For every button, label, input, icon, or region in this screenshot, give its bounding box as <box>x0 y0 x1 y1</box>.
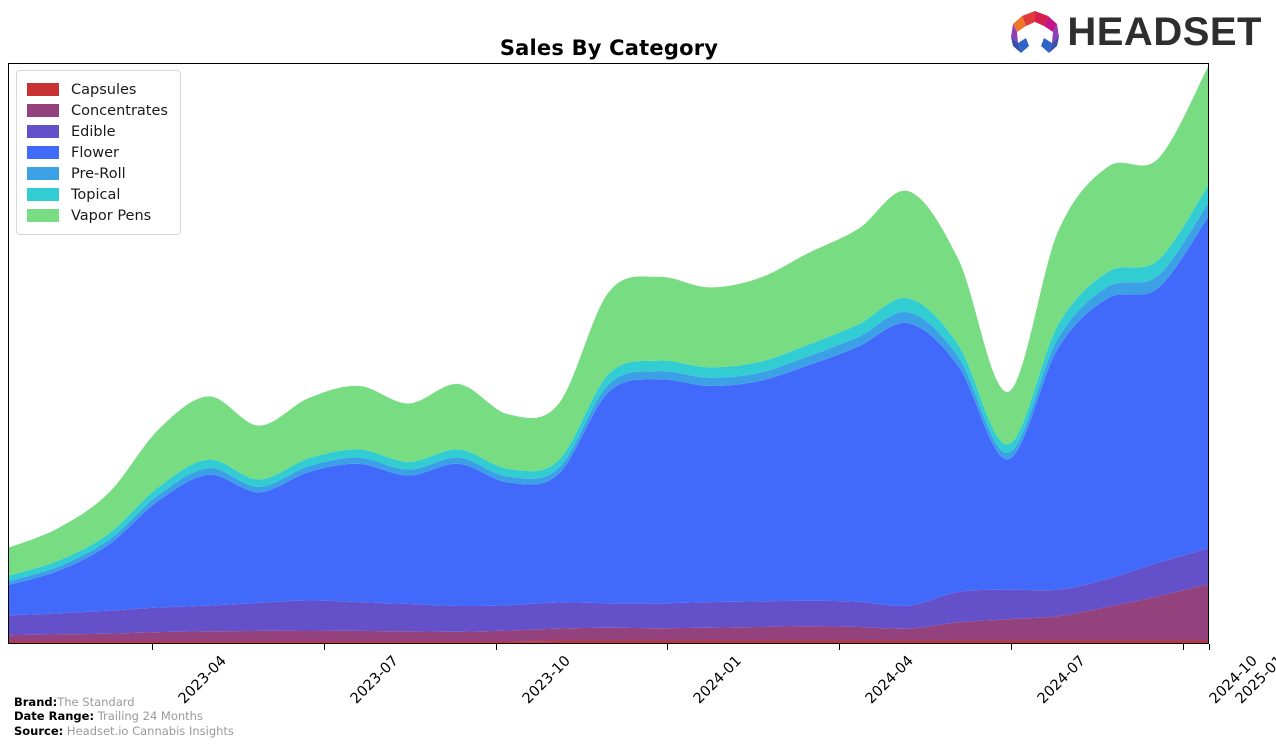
legend-label: Pre-Roll <box>71 165 126 182</box>
legend-swatch <box>27 146 59 159</box>
x-axis-tick-label: 2024-04 <box>862 653 917 708</box>
x-axis-tick-label: 2024-07 <box>1034 653 1089 708</box>
legend-item[interactable]: Capsules <box>27 79 168 100</box>
legend-swatch <box>27 167 59 180</box>
footer-key: Date Range: <box>14 709 95 723</box>
x-axis-tick <box>152 644 154 650</box>
headset-logo-icon <box>1011 11 1060 53</box>
legend-item[interactable]: Pre-Roll <box>27 163 168 184</box>
legend-item[interactable]: Edible <box>27 121 168 142</box>
brand-logo: HEADSET <box>1009 8 1262 56</box>
chart-legend: Capsules Concentrates Edible Flower Pre-Roll… <box>16 70 181 235</box>
legend-label: Edible <box>71 123 116 140</box>
legend-item[interactable]: Vapor Pens <box>27 205 168 226</box>
legend-label: Capsules <box>71 81 137 98</box>
x-axis-tick <box>1182 644 1184 650</box>
footer-row: Source: Headset.io Cannabis Insights <box>14 724 234 739</box>
chart-footer: Brand:The Standard Date Range: Trailing 2… <box>14 695 234 739</box>
legend-swatch <box>27 83 59 96</box>
footer-value: The Standard <box>57 694 135 709</box>
x-axis-tick-label: 2023-10 <box>519 653 574 708</box>
legend-item[interactable]: Concentrates <box>27 100 168 121</box>
area-layer-group <box>9 66 1208 643</box>
legend-item[interactable]: Flower <box>27 142 168 163</box>
legend-swatch <box>27 209 59 222</box>
legend-label: Vapor Pens <box>71 207 152 224</box>
x-axis-tick <box>323 644 325 650</box>
footer-row: Brand:The Standard <box>14 695 234 710</box>
brand-wordmark: HEADSET <box>1067 10 1262 54</box>
x-axis-tick <box>667 644 669 650</box>
legend-label: Concentrates <box>71 102 168 119</box>
footer-value: Trailing 24 Months <box>94 709 203 723</box>
legend-label: Flower <box>71 144 119 161</box>
x-axis-tick-label: 2023-07 <box>347 653 402 708</box>
footer-key: Brand: <box>14 694 58 709</box>
x-axis-tick-label: 2024-01 <box>691 653 746 708</box>
footer-value: Headset.io Cannabis Insights <box>63 723 234 738</box>
x-axis-tick <box>839 644 841 650</box>
stacked-area-chart <box>9 66 1208 643</box>
footer-row: Date Range: Trailing 24 Months <box>14 709 234 724</box>
legend-label: Topical <box>71 186 121 203</box>
legend-swatch <box>27 125 59 138</box>
footer-key: Source: <box>14 723 64 738</box>
legend-item[interactable]: Topical <box>27 184 168 205</box>
x-axis-tick <box>495 644 497 650</box>
chart-plot-area <box>8 63 1209 644</box>
legend-swatch <box>27 104 59 117</box>
legend-swatch <box>27 188 59 201</box>
x-axis-tick <box>1209 644 1210 650</box>
x-axis-tick <box>1010 644 1012 650</box>
